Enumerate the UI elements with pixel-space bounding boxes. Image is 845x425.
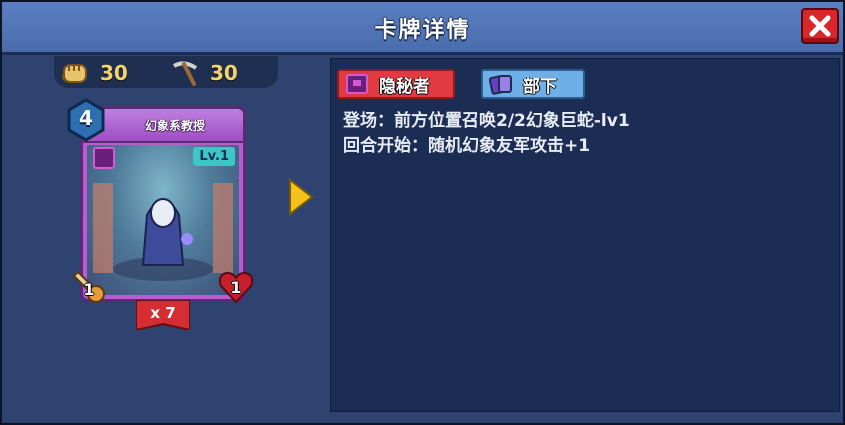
card-description: 登场：前方位置召唤2/2幻象巨蛇-lv1 回合开始：随机幻象友军攻击+1 xyxy=(343,109,630,159)
page-title: 卡牌详情 xyxy=(374,18,471,43)
header-bar: 卡牌详情 xyxy=(2,2,843,55)
card-artwork: Lv.1 xyxy=(87,145,239,295)
card-attack: 1 xyxy=(83,280,95,299)
resource-bar: 30 30 xyxy=(54,56,278,88)
pickaxe-count: 30 xyxy=(210,61,238,85)
card-health: 1 xyxy=(230,278,242,297)
card-level: Lv.1 xyxy=(193,147,235,166)
card-detail-info: 隐秘者 部下 登场：前方位置召唤2/2幻象巨蛇-lv1 回合开始：随机幻象友军攻… xyxy=(330,58,840,412)
card-count: x 7 xyxy=(150,304,176,322)
tag-hidden[interactable]: 隐秘者 xyxy=(337,69,455,99)
cards-icon xyxy=(489,75,512,95)
tag-label: 隐秘者 xyxy=(379,76,430,97)
book-icon xyxy=(346,74,368,94)
description-line: 登场：前方位置召唤2/2幻象巨蛇-lv1 xyxy=(343,111,630,131)
arrow-right-icon xyxy=(289,178,314,216)
pickaxe-icon xyxy=(172,61,198,86)
card-cost: 4 xyxy=(79,106,93,130)
fist-icon xyxy=(61,64,87,83)
card-name: 幻象系教授 xyxy=(144,119,205,133)
description-line: 回合开始：随机幻象友军攻击+1 xyxy=(343,136,591,156)
fist-resource: 30 xyxy=(60,60,128,86)
card-name-bar: 幻象系教授 xyxy=(83,109,243,143)
tag-label: 部下 xyxy=(523,76,557,97)
close-button[interactable] xyxy=(801,8,839,44)
card-detail-panel: 卡牌详情 30 30 幻象系教授 Lv.1 4 1 1 x 7 隐秘者 部下 登… xyxy=(0,0,845,425)
tag-minion[interactable]: 部下 xyxy=(481,69,585,99)
fist-count: 30 xyxy=(100,61,128,85)
pickaxe-resource: 30 xyxy=(170,60,238,86)
faction-icon xyxy=(93,147,115,169)
close-icon xyxy=(809,15,831,37)
